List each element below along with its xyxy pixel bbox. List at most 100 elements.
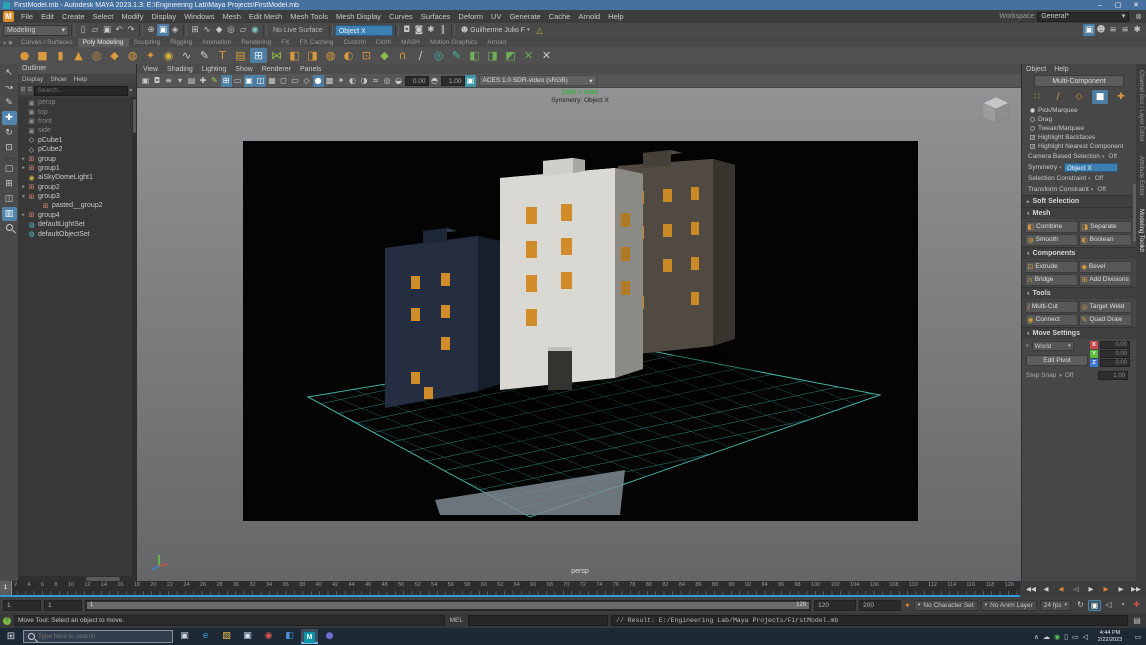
exposure-icon[interactable]: ◒ — [393, 75, 404, 87]
security-icon[interactable]: ◉ — [1054, 633, 1060, 641]
selector-row[interactable]: Symmetry▾ Object X — [1022, 162, 1136, 173]
notification-icon[interactable]: ▭ — [1132, 633, 1144, 641]
selection-mode-radio[interactable]: Drag — [1022, 115, 1136, 124]
maximize-button[interactable]: ▢ — [1111, 1, 1125, 9]
character-controls-toggle-icon[interactable]: ☻ — [1095, 24, 1107, 36]
render-current-frame-icon[interactable]: ◘ — [401, 24, 413, 36]
ep-curve-tool-icon[interactable]: ∿ — [178, 48, 195, 63]
boolean-difference-icon[interactable]: ◨ — [484, 48, 501, 63]
selector-row[interactable]: Transform Constraint▾ Off — [1022, 184, 1136, 195]
menu-item[interactable]: Cache — [545, 12, 575, 21]
layout-persp-outliner[interactable]: ◫ — [2, 192, 17, 206]
shadows-icon[interactable]: ◐ — [347, 75, 358, 87]
selector-row[interactable]: Camera Based Selection▾ Off — [1022, 151, 1136, 162]
playback-loop-icon[interactable]: ↻ — [1074, 600, 1087, 611]
menu-item[interactable]: Display — [148, 12, 181, 21]
new-scene-icon[interactable]: ▯ — [77, 24, 89, 36]
menu-item[interactable]: Create — [58, 12, 89, 21]
object-mode-icon[interactable]: ■ — [1092, 90, 1108, 104]
panel-menu-item[interactable]: Help — [1054, 66, 1068, 73]
outliner-item[interactable]: ⊞ pasted__group2 — [18, 201, 136, 210]
display-icon[interactable]: ▭ — [1072, 633, 1079, 641]
delete-edge-icon[interactable]: ✕ — [538, 48, 555, 63]
menu-item[interactable]: Mesh Tools — [286, 12, 332, 21]
textured-icon[interactable]: ▩ — [324, 75, 335, 87]
sculpt-tool-icon[interactable]: ◉ — [160, 48, 177, 63]
camera-attributes-icon[interactable]: ≡ — [163, 75, 174, 87]
safe-action-icon[interactable]: ◻ — [278, 75, 289, 87]
outliner-item[interactable]: ◍ defaultObjectSet — [18, 229, 136, 238]
field-chart-icon[interactable]: ▦ — [267, 75, 278, 87]
outliner-item[interactable]: ◇ pCube1 — [18, 136, 136, 145]
menu-item[interactable]: Help — [604, 12, 627, 21]
microsoft-store-icon[interactable]: ▣ — [239, 629, 256, 644]
tray-chevron-icon[interactable]: ∧ — [1034, 633, 1039, 641]
task-view-icon[interactable]: ▣ — [176, 629, 193, 644]
outliner-item[interactable]: ▸ ⊞ group — [18, 154, 136, 163]
step-forward-frame-button[interactable]: ▶ — [1114, 585, 1128, 593]
anti-alias-icon[interactable]: ≈ — [370, 75, 381, 87]
save-scene-icon[interactable]: ▣ — [101, 24, 113, 36]
snap-grid-icon[interactable]: ⊞ — [189, 24, 201, 36]
viewport-menu-item[interactable]: Lighting — [202, 66, 227, 73]
outliner-item[interactable]: ▣ front — [18, 117, 136, 126]
select-object-icon[interactable]: ▣ — [157, 24, 169, 36]
outliner-menu-item[interactable]: Help — [74, 76, 87, 83]
menu-item[interactable]: UV — [487, 12, 505, 21]
volume-icon[interactable]: ◁ — [1083, 633, 1088, 641]
edit-pivot-button[interactable]: Edit Pivot — [1026, 355, 1088, 366]
zoom-tool-icon[interactable] — [6, 224, 13, 231]
image-plane-icon[interactable]: ▤ — [186, 75, 197, 87]
gate-mask-icon[interactable]: ◫ — [255, 75, 266, 87]
anim-end-field[interactable]: 200 — [859, 600, 901, 611]
pause-icon[interactable]: ‖ — [437, 24, 449, 36]
layout-four-pane[interactable]: ⊞ — [2, 177, 17, 191]
view-cube[interactable] — [981, 94, 1011, 124]
sidebar-vertical-tab[interactable]: Attribute Editor — [1138, 156, 1144, 196]
bookmarks-icon[interactable]: ▾ — [175, 75, 186, 87]
panel-menu-item[interactable]: Object — [1026, 66, 1046, 73]
menu-item[interactable]: Generate — [505, 12, 544, 21]
step-back-key-button[interactable]: ◀ — [1054, 585, 1068, 593]
color-management-icon[interactable]: ▣ — [465, 75, 476, 87]
safe-title-icon[interactable]: ▭ — [290, 75, 301, 87]
auto-key-icon[interactable]: ✚ — [1130, 600, 1143, 611]
workspace-dropdown[interactable]: General*▾ — [1037, 12, 1129, 22]
menu-item[interactable]: Arnold — [574, 12, 604, 21]
sidebar-vertical-tab[interactable]: Modeling Toolkit — [1138, 209, 1144, 252]
gamma-icon[interactable]: ◓ — [429, 75, 440, 87]
component-op-button[interactable]: ⊞Add Divisions — [1079, 274, 1132, 286]
edge-mode-icon[interactable]: ∕ — [1050, 90, 1066, 104]
make-live-icon[interactable]: ◉ — [249, 24, 261, 36]
mel-input[interactable] — [468, 615, 608, 626]
viewport-menu-item[interactable]: Shading — [167, 66, 193, 73]
shelf-tab[interactable]: FX Caching — [295, 38, 339, 47]
menu-item[interactable]: File — [17, 12, 37, 21]
mesh-op-button[interactable]: ◐Boolean — [1079, 234, 1132, 246]
menu-item[interactable]: Select — [89, 12, 118, 21]
step-snap-value[interactable]: Off — [1065, 372, 1074, 379]
menu-set-dropdown[interactable]: Modeling▾ — [3, 25, 69, 36]
mesh-op-button[interactable]: ◨Separate — [1079, 221, 1132, 233]
bridge-icon[interactable]: ∩ — [394, 48, 411, 63]
poly-cone-icon[interactable]: ▲ — [70, 48, 87, 63]
viewport-menu-item[interactable]: Show — [235, 66, 253, 73]
resolution-gate-icon[interactable]: ▣ — [244, 75, 255, 87]
viewport-menu-item[interactable]: Panels — [300, 66, 321, 73]
film-gate-icon[interactable]: ▭ — [232, 75, 243, 87]
taskbar-clock[interactable]: 4:44 PM2/22/2023 — [1091, 630, 1129, 643]
option-checkbox[interactable]: ✓Highlight Backfaces — [1022, 133, 1136, 142]
viewport-menu-item[interactable]: Renderer — [262, 66, 291, 73]
chrome-icon[interactable]: ◉ — [260, 629, 277, 644]
colorspace-dropdown[interactable]: ACES 1.0 SDR-video (sRGB)▾ — [479, 75, 597, 86]
edge-icon[interactable]: e — [197, 629, 214, 644]
close-button[interactable]: ✕ — [1129, 1, 1143, 9]
ipr-render-icon[interactable]: ◙ — [413, 24, 425, 36]
viewport-panel[interactable]: ViewShadingLightingShowRendererPanels ▣◘… — [137, 64, 1021, 581]
outliner-search-input[interactable] — [34, 86, 128, 96]
script-editor-icon[interactable]: ▤ — [1131, 616, 1143, 625]
component-op-button[interactable]: ⊡Extrude — [1025, 261, 1078, 273]
shelf-tab[interactable]: Poly Modeling — [78, 38, 129, 47]
tool-op-button[interactable]: ◉Connect — [1025, 314, 1078, 326]
select-camera-icon[interactable]: ▣ — [140, 75, 151, 87]
